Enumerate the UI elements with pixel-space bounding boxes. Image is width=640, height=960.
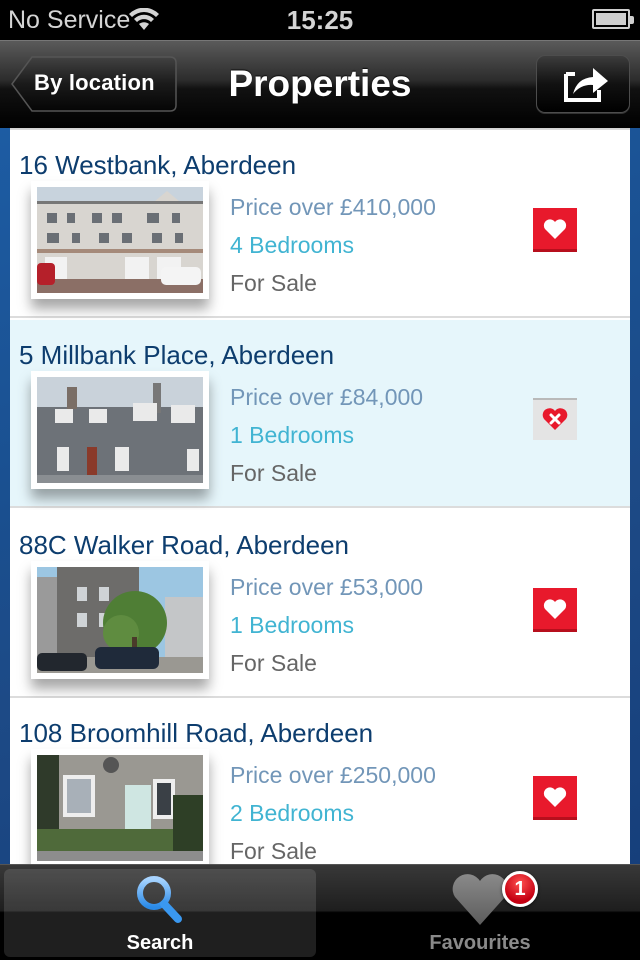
share-button[interactable] [536,55,630,113]
list-item[interactable]: 16 Westbank, Aberdeen Price over £410,00… [10,130,630,318]
battery-full-icon [592,9,634,29]
favourites-count-badge: 1 [502,871,538,907]
property-status: For Sale [230,460,317,486]
tab-favourites[interactable]: 1 Favourites [324,869,636,957]
property-price: Price over £53,000 [230,574,424,600]
property-photo-image [37,755,203,861]
property-price: Price over £84,000 [230,384,424,410]
property-photo [31,749,209,864]
heart-add-icon [543,599,567,619]
property-photo-image [37,567,203,673]
property-bedrooms: 1 Bedrooms [230,422,355,448]
add-favourite-button[interactable] [533,588,577,632]
property-status: For Sale [230,838,317,864]
property-price: Price over £410,000 [230,194,436,220]
heart-remove-icon [542,408,568,430]
property-list[interactable]: 16 Westbank, Aberdeen Price over £410,00… [10,128,630,864]
list-item[interactable]: 108 Broomhill Road, Aberdeen Price over … [10,698,630,864]
property-photo-image [37,187,203,293]
list-item[interactable]: 5 Millbank Place, Aberdeen Price over £8… [10,320,630,508]
heart-add-icon [543,219,567,239]
property-price: Price over £250,000 [230,762,436,788]
property-status: For Sale [230,270,317,296]
property-bedrooms: 4 Bedrooms [230,232,355,258]
heart-icon [452,874,508,925]
status-bar: No Service 15:25 [0,0,640,40]
property-photo [31,181,209,299]
add-favourite-button[interactable] [533,776,577,820]
clock: 15:25 [286,5,354,35]
list-item[interactable]: 88C Walker Road, Aberdeen Price over £53… [10,510,630,698]
share-icon [564,68,608,102]
property-bedrooms: 1 Bedrooms [230,612,355,638]
property-photo [31,371,209,489]
property-bedrooms: 2 Bedrooms [230,800,355,826]
tab-search[interactable]: Search [4,869,316,957]
property-status: For Sale [230,650,317,676]
tab-favourites-label: Favourites [429,932,531,954]
navigation-bar: By location Properties [0,40,640,128]
property-address: 88C Walker Road, Aberdeen [19,530,350,560]
property-address: 16 Westbank, Aberdeen [19,150,297,180]
property-photo-image [37,377,203,483]
property-address: 108 Broomhill Road, Aberdeen [19,718,374,748]
tab-bar: Search 1 Favourites [0,864,640,960]
remove-favourite-button[interactable] [533,398,577,440]
search-icon [137,876,182,923]
tab-search-label: Search [126,932,194,954]
property-photo [31,561,209,679]
add-favourite-button[interactable] [533,208,577,252]
heart-add-icon [543,787,567,807]
property-address: 5 Millbank Place, Aberdeen [19,340,335,370]
